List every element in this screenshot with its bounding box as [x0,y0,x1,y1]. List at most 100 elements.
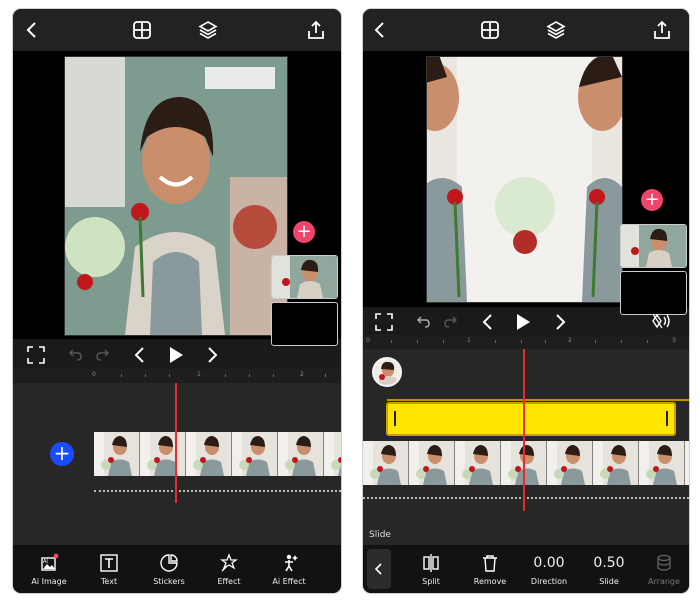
ruler-tick-label: 0 [366,337,370,344]
audio-track-dotted [94,490,341,492]
tool-label: Effect [217,577,241,586]
clip-frame [363,441,409,485]
transition-avatar[interactable] [372,357,402,387]
video-clip-track[interactable] [94,432,341,476]
tool-label: Slide [599,577,619,586]
undo-icon[interactable] [67,347,83,363]
slide-tool[interactable]: 0.50 Slide [581,553,637,586]
ai-image-tool[interactable]: AI Ai Image [21,553,77,586]
redo-icon[interactable] [95,347,111,363]
next-frame-icon[interactable] [552,313,568,331]
share-icon[interactable] [305,19,327,41]
slide-end-handle[interactable] [666,411,668,426]
tool-label: Direction [530,577,568,586]
ruler-tick-label: 1 [467,337,471,344]
slide-start-handle[interactable] [394,411,396,426]
timeline[interactable]: 0 1 2 + [13,369,341,545]
bottom-toolbar: Split Remove 0.00 Direction 0.50 Slide A… [363,545,689,593]
remove-tool[interactable]: Remove [462,553,518,586]
arrange-icon [639,553,689,573]
time-ruler: 0 1 2 3 [363,335,689,349]
grid-icon[interactable] [479,19,501,41]
effect-icon [201,553,257,573]
overlay-placeholder[interactable] [271,302,338,346]
ruler-tick-label: 2 [568,337,572,344]
section-label: Slide [369,530,391,540]
preview-photo[interactable] [64,56,288,336]
play-icon[interactable] [514,312,532,332]
svg-text:AI: AI [43,559,48,565]
arrange-tool[interactable]: Arrange [639,553,689,586]
stickers-tool[interactable]: Stickers [141,553,197,586]
clip-frame [94,432,140,476]
playhead[interactable] [523,349,525,511]
stickers-icon [141,553,197,573]
grid-icon[interactable] [131,19,153,41]
slide-bar-guide [387,399,689,401]
layers-icon[interactable] [545,19,567,41]
chevron-left-icon [374,563,382,575]
text-icon [81,553,137,573]
ruler-tick-label: 2 [300,371,304,378]
tool-label: Stickers [153,577,185,586]
tool-label: Ai Effect [272,577,306,586]
ai-effect-tool[interactable]: Ai Effect [261,553,317,586]
clip-frame [593,441,639,485]
slide-value: 0.50 [593,555,625,571]
clip-frame [140,432,186,476]
fullscreen-icon[interactable] [375,313,393,331]
split-tool[interactable]: Split [403,553,459,586]
clip-frame [324,432,341,476]
overlay-thumbnail[interactable] [620,224,687,268]
back-icon[interactable] [21,19,43,41]
split-icon [403,553,459,573]
layers-icon[interactable] [197,19,219,41]
preview-photo-slide[interactable] [426,56,623,303]
fullscreen-icon[interactable] [27,346,45,364]
timeline[interactable]: 0 1 2 3 Slide [363,335,689,545]
ruler-tick-label: 1 [197,371,201,378]
share-icon[interactable] [651,19,673,41]
overlay-placeholder[interactable] [620,271,687,315]
clip-frame [186,432,232,476]
video-clip-track[interactable] [363,441,689,485]
previous-frame-icon[interactable] [480,313,496,331]
ai-image-icon: AI [21,553,77,573]
redo-icon[interactable] [443,314,459,330]
ruler-tick-label: 3 [672,337,676,344]
undo-icon[interactable] [415,314,431,330]
add-overlay-button[interactable]: + [641,189,663,211]
clip-frame [278,432,324,476]
bottom-toolbar: AI Ai Image Text Stickers Effect Ai Effe… [13,545,341,593]
clip-frame [639,441,685,485]
editor-screen-main: + 0 1 2 + AI Ai Image Text Stickers Effe… [13,9,341,593]
direction-value: 0.00 [533,555,565,571]
previous-frame-icon[interactable] [132,346,148,364]
effect-tool[interactable]: Effect [201,553,257,586]
tool-label: Arrange [648,577,680,586]
text-tool[interactable]: Text [81,553,137,586]
ai-effect-icon [261,553,317,573]
back-icon[interactable] [369,19,391,41]
direction-tool[interactable]: 0.00 Direction [521,553,577,586]
audio-track-dotted [363,497,689,499]
slide-effect-bar[interactable] [386,402,676,436]
tool-label: Remove [473,577,507,586]
clip-frame [409,441,455,485]
keyframe-sound-icon[interactable] [651,312,673,330]
tool-label: Ai Image [31,577,67,586]
top-toolbar [13,9,341,51]
time-ruler: 0 1 2 [13,369,341,383]
video-preview: + [13,51,341,346]
trash-icon [462,553,518,573]
add-clip-button[interactable]: + [50,442,74,466]
tool-label: Text [100,577,118,586]
collapse-toolbar-button[interactable] [367,549,391,589]
next-frame-icon[interactable] [204,346,220,364]
play-icon[interactable] [167,345,185,365]
overlay-thumbnail[interactable] [271,255,338,299]
playhead[interactable] [175,383,177,503]
editor-screen-slide: + 0 1 2 3 Slide Split Remove 0.00 Direct… [363,9,689,593]
add-overlay-button[interactable]: + [293,221,315,243]
clip-frame [685,441,689,485]
